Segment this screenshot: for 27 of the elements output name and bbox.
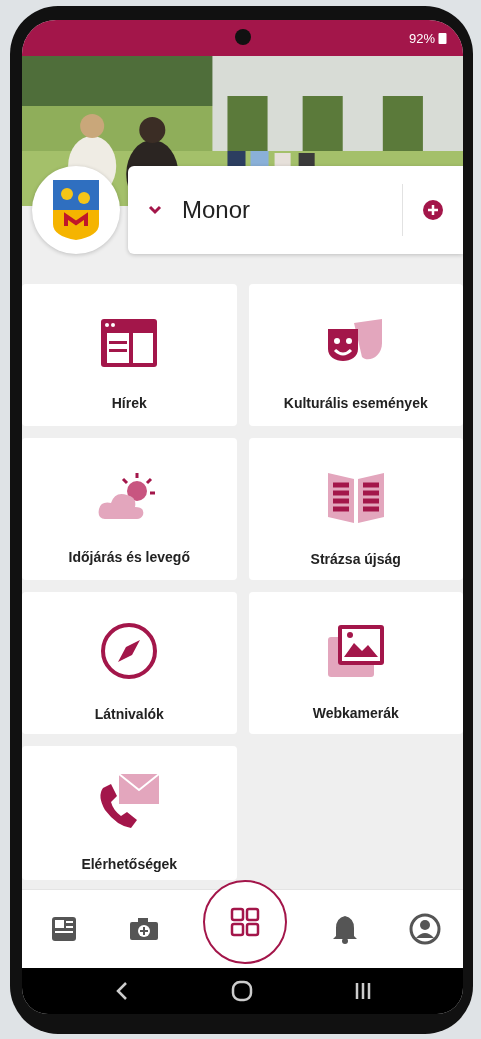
browser-icon	[99, 317, 160, 369]
pictures-icon	[325, 623, 386, 679]
compass-icon	[100, 622, 159, 680]
news-card-icon	[50, 915, 78, 943]
coat-of-arms-icon	[51, 178, 101, 242]
battery-icon	[438, 32, 447, 44]
menu-tile[interactable]: Elérhetőségek	[22, 746, 237, 880]
grid-icon	[228, 906, 261, 938]
menu-tile[interactable]: Látnivalók	[22, 592, 237, 734]
menu-tile[interactable]: Webkamerák	[248, 592, 463, 734]
chevron-down-icon	[148, 205, 162, 215]
user-icon	[409, 913, 441, 945]
back-icon	[116, 981, 129, 1001]
camera-icon	[128, 916, 161, 942]
phone-envelope-icon	[97, 772, 162, 830]
camera-dot	[234, 29, 251, 45]
menu-tile[interactable]: Hírek	[22, 284, 237, 426]
menu-tile[interactable]: Kulturális események	[248, 284, 463, 426]
city-name: Monor	[182, 196, 251, 224]
bell-icon	[331, 914, 358, 944]
menu-tile[interactable]: Időjárás és levegő	[22, 438, 237, 580]
home-icon	[231, 980, 254, 1002]
menu-tile[interactable]: Strázsa újság	[248, 438, 463, 580]
recents-icon	[353, 981, 372, 1001]
battery-level: 92%	[408, 30, 435, 46]
city-dropdown[interactable]: Monor	[128, 180, 402, 240]
plus-circle-icon	[422, 199, 444, 221]
